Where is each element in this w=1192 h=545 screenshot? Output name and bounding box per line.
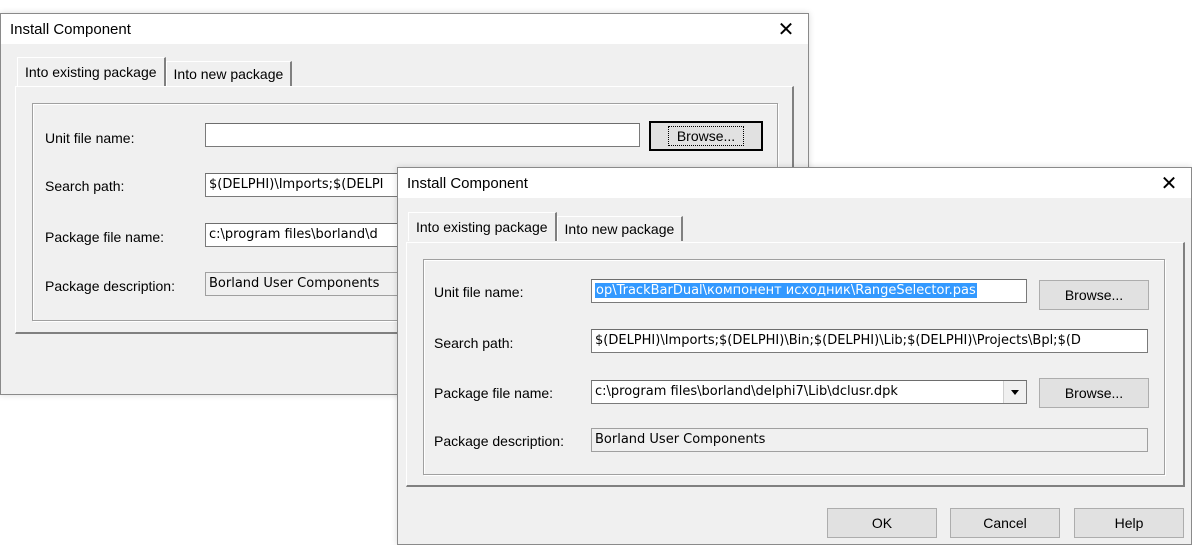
package-file-name-label: Package file name: <box>45 229 165 245</box>
package-file-name-label: Package file name: <box>434 385 554 401</box>
unit-file-name-label: Unit file name: <box>434 284 524 300</box>
browse-package-button[interactable]: Browse... <box>1039 378 1149 408</box>
dropdown-arrow-icon[interactable] <box>1003 381 1026 403</box>
package-file-name-combo[interactable]: c:\program files\borland\d <box>205 223 405 247</box>
package-file-name-value: c:\program files\borland\delphi7\Lib\dcl… <box>595 384 898 399</box>
cancel-button[interactable]: Cancel <box>950 508 1060 538</box>
package-description-field: Borland User Components <box>205 272 405 296</box>
install-component-dialog-front: Install Component ✕ Into existing packag… <box>397 167 1192 545</box>
title-bar[interactable]: Install Component ✕ <box>1 14 808 44</box>
unit-file-name-input[interactable] <box>205 123 640 147</box>
tab-into-existing-package[interactable]: Into existing package <box>17 57 166 86</box>
unit-file-name-input[interactable]: op\TrackBarDual\компонент исходник\Range… <box>591 279 1027 303</box>
search-path-input[interactable]: $(DELPHI)\Imports;$(DELPHI)\Bin;$(DELPHI… <box>591 329 1148 353</box>
tab-strip: Into existing package Into new package <box>17 57 293 86</box>
title-bar[interactable]: Install Component ✕ <box>398 168 1191 198</box>
search-path-input[interactable]: $(DELPHI)\Imports;$(DELPI <box>205 173 405 197</box>
tab-into-new-package[interactable]: Into new package <box>165 61 293 86</box>
tab-into-existing-package[interactable]: Into existing package <box>408 212 557 241</box>
ok-button[interactable]: OK <box>827 508 937 538</box>
close-icon[interactable]: ✕ <box>1147 168 1191 198</box>
search-path-label: Search path: <box>434 335 514 351</box>
close-icon[interactable]: ✕ <box>764 14 808 44</box>
browse-unit-button[interactable]: Browse... <box>1039 280 1149 310</box>
tab-into-new-package[interactable]: Into new package <box>556 216 684 241</box>
tab-strip: Into existing package Into new package <box>408 212 684 241</box>
browse-unit-button[interactable]: Browse... <box>649 121 763 151</box>
unit-file-name-label: Unit file name: <box>45 130 135 146</box>
package-description-label: Package description: <box>434 433 564 449</box>
package-description-label: Package description: <box>45 278 175 294</box>
search-path-label: Search path: <box>45 178 125 194</box>
help-button[interactable]: Help <box>1074 508 1184 538</box>
dialog-title: Install Component <box>10 20 131 38</box>
package-file-name-combo[interactable]: c:\program files\borland\delphi7\Lib\dcl… <box>591 380 1027 404</box>
package-description-field: Borland User Components <box>591 428 1148 452</box>
dialog-title: Install Component <box>407 174 528 192</box>
selected-text: op\TrackBarDual\компонент исходник\Range… <box>595 283 977 298</box>
